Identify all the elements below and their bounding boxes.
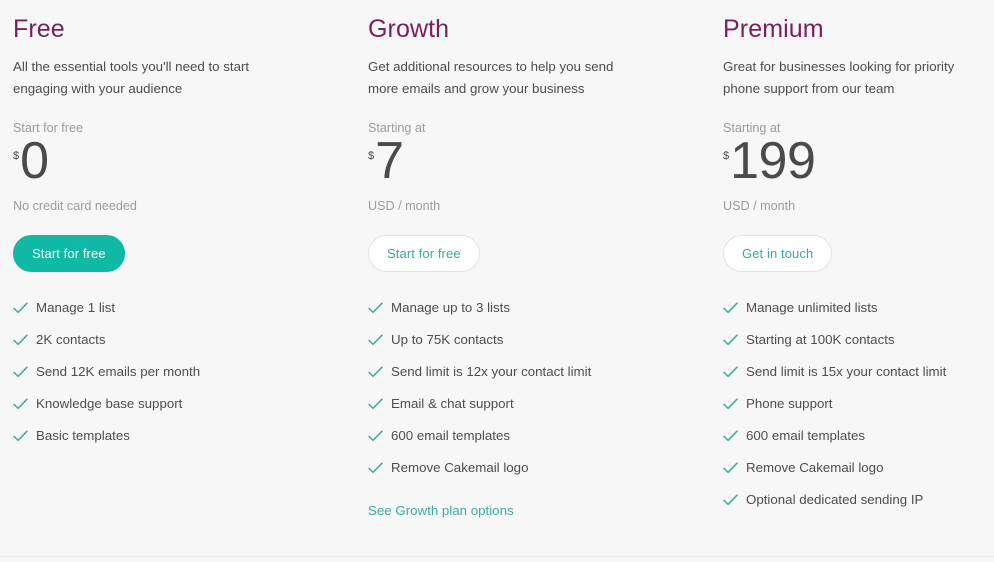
pricing-card-premium: Premium Great for businesses looking for… <box>710 0 994 562</box>
plan-title: Premium <box>723 15 824 43</box>
pricing-card-growth: Growth Get additional resources to help … <box>355 0 710 562</box>
currency-symbol: $ <box>13 150 20 162</box>
get-in-touch-button[interactable]: Get in touch <box>723 235 833 272</box>
check-icon <box>13 356 28 388</box>
feature-label: 600 email templates <box>746 428 865 443</box>
check-icon <box>368 292 383 324</box>
list-item: 600 email templates <box>723 420 994 452</box>
check-icon <box>723 452 738 484</box>
check-icon <box>368 420 383 452</box>
list-item: Remove Cakemail logo <box>368 452 710 484</box>
feature-label: Manage 1 list <box>36 300 116 315</box>
check-icon <box>368 356 383 388</box>
check-icon <box>723 420 738 452</box>
feature-list: Manage up to 3 lists Up to 75K contacts … <box>368 292 710 484</box>
check-icon <box>13 388 28 420</box>
price-block: Starting at $ 199 USD / month <box>723 119 994 215</box>
price-block: Start for free $ 0 No credit card needed <box>13 119 355 215</box>
list-item: Manage unlimited lists <box>723 292 994 324</box>
feature-list: Manage unlimited lists Starting at 100K … <box>723 292 994 516</box>
feature-label: 2K contacts <box>36 332 106 347</box>
feature-label: Email & chat support <box>391 396 514 411</box>
price-note: No credit card needed <box>13 199 137 213</box>
feature-label: Manage unlimited lists <box>746 300 878 315</box>
list-item: 2K contacts <box>13 324 355 356</box>
list-item: Phone support <box>723 388 994 420</box>
check-icon <box>723 484 738 516</box>
list-item: 600 email templates <box>368 420 710 452</box>
feature-label: Optional dedicated sending IP <box>746 492 924 507</box>
price-row: $ 7 <box>368 135 710 191</box>
plan-description: Get additional resources to help you sen… <box>368 59 614 96</box>
list-item: Optional dedicated sending IP <box>723 484 994 516</box>
pricing-card-free: Free All the essential tools you'll need… <box>0 0 355 562</box>
currency-symbol: $ <box>723 150 730 162</box>
see-growth-plan-options-link[interactable]: See Growth plan options <box>368 501 514 521</box>
feature-label: Manage up to 3 lists <box>391 300 511 315</box>
list-item: Starting at 100K contacts <box>723 324 994 356</box>
price-row: $ 199 <box>723 135 994 191</box>
price-amount: 7 <box>375 132 404 190</box>
price-amount: 0 <box>20 132 49 190</box>
price-block: Starting at $ 7 USD / month <box>368 119 710 215</box>
list-item: Send limit is 15x your contact limit <box>723 356 994 388</box>
feature-label: Knowledge base support <box>36 396 183 411</box>
pricing-table: Free All the essential tools you'll need… <box>0 0 994 562</box>
feature-list: Manage 1 list 2K contacts Send 12K email… <box>13 292 355 452</box>
check-icon <box>368 452 383 484</box>
list-item: Basic templates <box>13 420 355 452</box>
check-icon <box>13 420 28 452</box>
check-icon <box>368 324 383 356</box>
feature-label: Starting at 100K contacts <box>746 332 895 347</box>
feature-label: Send limit is 12x your contact limit <box>391 364 592 379</box>
feature-label: 600 email templates <box>391 428 510 443</box>
cta-area: Get in touch <box>723 235 994 281</box>
cta-area: Start for free <box>13 235 355 281</box>
price-amount: 199 <box>730 132 816 190</box>
price-note: USD / month <box>368 199 441 213</box>
check-icon <box>368 388 383 420</box>
divider <box>0 556 994 557</box>
list-item: Send 12K emails per month <box>13 356 355 388</box>
list-item: Up to 75K contacts <box>368 324 710 356</box>
check-icon <box>13 292 28 324</box>
check-icon <box>723 388 738 420</box>
feature-label: Send limit is 15x your contact limit <box>746 364 947 379</box>
list-item: Knowledge base support <box>13 388 355 420</box>
feature-label: Remove Cakemail logo <box>391 460 529 475</box>
list-item: Manage 1 list <box>13 292 355 324</box>
price-row: $ 0 <box>13 135 355 191</box>
start-for-free-button[interactable]: Start for free <box>13 235 125 272</box>
feature-label: Phone support <box>746 396 833 411</box>
cta-area: Start for free <box>368 235 710 281</box>
price-note: USD / month <box>723 199 796 213</box>
list-item: Remove Cakemail logo <box>723 452 994 484</box>
feature-label: Send 12K emails per month <box>36 364 201 379</box>
check-icon <box>723 292 738 324</box>
plan-description: All the essential tools you'll need to s… <box>13 59 250 96</box>
plan-description: Great for businesses looking for priorit… <box>723 59 955 96</box>
price-label: Start for free <box>13 121 83 135</box>
feature-label: Up to 75K contacts <box>391 332 504 347</box>
list-item: Manage up to 3 lists <box>368 292 710 324</box>
currency-symbol: $ <box>368 150 375 162</box>
feature-label: Remove Cakemail logo <box>746 460 884 475</box>
plan-title: Growth <box>368 15 450 43</box>
start-for-free-button[interactable]: Start for free <box>368 235 480 272</box>
check-icon <box>723 324 738 356</box>
feature-label: Basic templates <box>36 428 130 443</box>
list-item: Send limit is 12x your contact limit <box>368 356 710 388</box>
check-icon <box>723 356 738 388</box>
check-icon <box>13 324 28 356</box>
price-label: Starting at <box>368 121 426 135</box>
plan-title: Free <box>13 15 65 43</box>
list-item: Email & chat support <box>368 388 710 420</box>
